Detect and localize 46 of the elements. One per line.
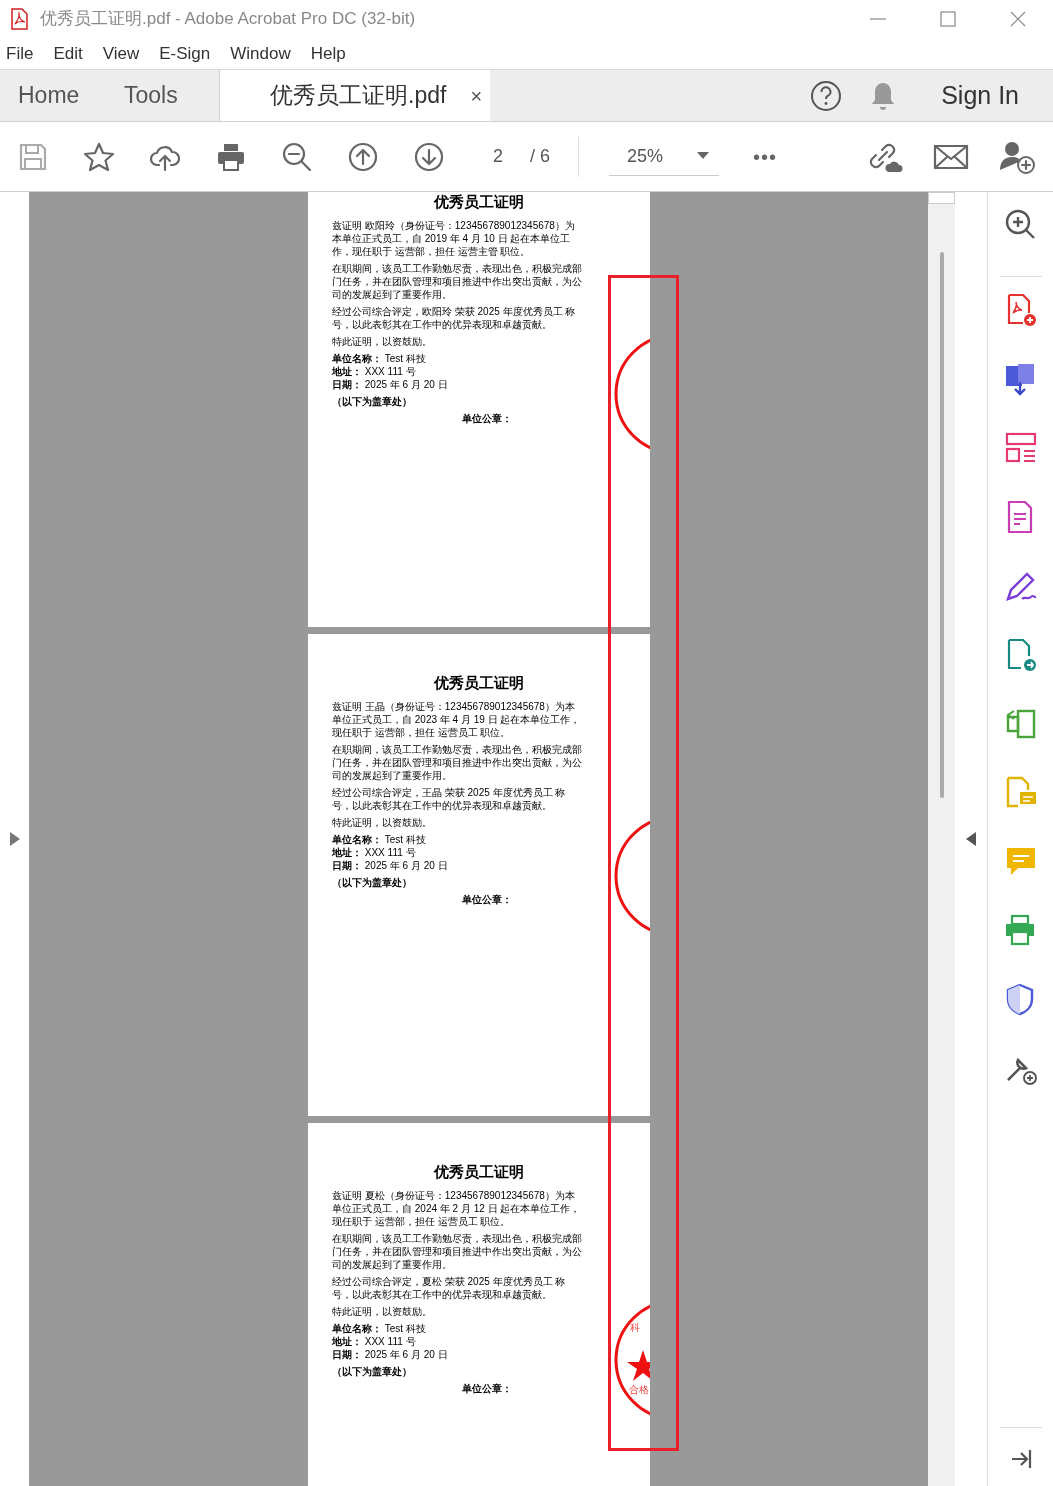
page-number-field[interactable]: 2: [476, 139, 520, 174]
zoom-dropdown[interactable]: 25%: [609, 137, 719, 176]
stamp-text: 合格: [629, 1385, 649, 1395]
seal-note: （以下为盖章处）: [332, 395, 413, 408]
sign-in-link[interactable]: Sign In: [941, 76, 1019, 115]
menu-item[interactable]: File: [6, 40, 34, 67]
info-line: 单位名称： Test 科技: [332, 352, 427, 365]
seal-label: 单位公章：: [461, 1382, 513, 1395]
menu-item[interactable]: View: [102, 40, 140, 67]
info-line: 地址： XXX 111 号: [332, 1335, 417, 1348]
stamp-text: 科: [630, 1323, 640, 1333]
menu-item[interactable]: E-Sign: [159, 40, 211, 67]
menu-item[interactable]: Help: [310, 40, 346, 67]
info-line: 地址： XXX 111 号: [332, 365, 417, 378]
seal-note: （以下为盖章处）: [332, 1365, 413, 1378]
paragraph: 经过公司综合评定，王晶 荣获 2025 年度优秀员工 称号，以此表彰其在工作中的优异表现和卓越贡献。: [332, 786, 567, 812]
document-title: 优秀员工证明: [432, 674, 525, 692]
paragraph: 特此证明，以资鼓励。: [332, 816, 433, 829]
seal-note: （以下为盖章处）: [332, 876, 413, 889]
seal-label: 单位公章：: [461, 412, 513, 425]
paragraph: 经过公司综合评定，欧阳玲 荣获 2025 年度优秀员工 称号，以此表彰其在工作中的优异表现和卓越贡献。: [332, 305, 577, 331]
paragraph: 兹证明 欧阳玲（身份证号：123456789012345678）为本单位正式员工，自 2019 年 4 月 10 日 起在本单位工作，现任职于 运营部，担任 运营主管 职位。: [332, 219, 576, 258]
paragraph: 兹证明 王晶（身份证号：123456789012345678）为本单位正式员工，自 2023 年 4 月 19 日 起在本单位工作，现任职于 运营部，担任 运营员工 职位。: [332, 700, 582, 739]
paragraph: 在职期间，该员工工作勤勉尽责，表现出色，积极完成部门任务，并在团队管理和项目推进中作出突出贡献，为公司的发展起到了重要作用。: [332, 262, 582, 301]
paragraph: 在职期间，该员工工作勤勉尽责，表现出色，积极完成部门任务，并在团队管理和项目推进中作出突出贡献，为公司的发展起到了重要作用。: [332, 743, 582, 782]
info-line: 地址： XXX 111 号: [332, 846, 417, 859]
paragraph: 在职期间，该员工工作勤勉尽责，表现出色，积极完成部门任务，并在团队管理和项目推进中作出突出贡献，为公司的发展起到了重要作用。: [332, 1232, 582, 1271]
info-line: 日期： 2025 年 6 月 20 日: [332, 859, 449, 872]
paragraph: 特此证明，以资鼓励。: [332, 335, 433, 348]
paragraph: 经过公司综合评定，夏松 荣获 2025 年度优秀员工 称号，以此表彰其在工作中的优异表现和卓越贡献。: [332, 1275, 567, 1301]
page-count: / 6: [530, 145, 550, 168]
info-line: 日期： 2025 年 6 月 20 日: [332, 378, 449, 391]
info-line: 单位名称： Test 科技: [332, 1322, 427, 1335]
menu-item[interactable]: Edit: [53, 40, 83, 67]
info-line: 单位名称： Test 科技: [332, 833, 427, 846]
tab-close-button[interactable]: ×: [470, 80, 483, 111]
paragraph: 兹证明 夏松（身份证号：123456789012345678）为本单位正式员工，自 2024 年 2 月 12 日 起在本单位工作，现任职于 运营部，担任 运营员工 职位。: [332, 1189, 582, 1228]
document-title: 优秀员工证明: [432, 1163, 525, 1181]
paragraph: 特此证明，以资鼓励。: [332, 1305, 433, 1318]
more-button[interactable]: •••: [753, 141, 778, 172]
info-line: 日期： 2025 年 6 月 20 日: [332, 1348, 449, 1361]
document-title: 优秀员工证明: [432, 193, 525, 211]
seal-label: 单位公章：: [461, 893, 513, 906]
menu-item[interactable]: Window: [230, 40, 291, 67]
tab[interactable]: 优秀员工证明.pdf ×: [220, 70, 490, 121]
window-title: 优秀员工证明.pdf - Adobe Acrobat Pro DC (32-bit): [40, 8, 416, 31]
